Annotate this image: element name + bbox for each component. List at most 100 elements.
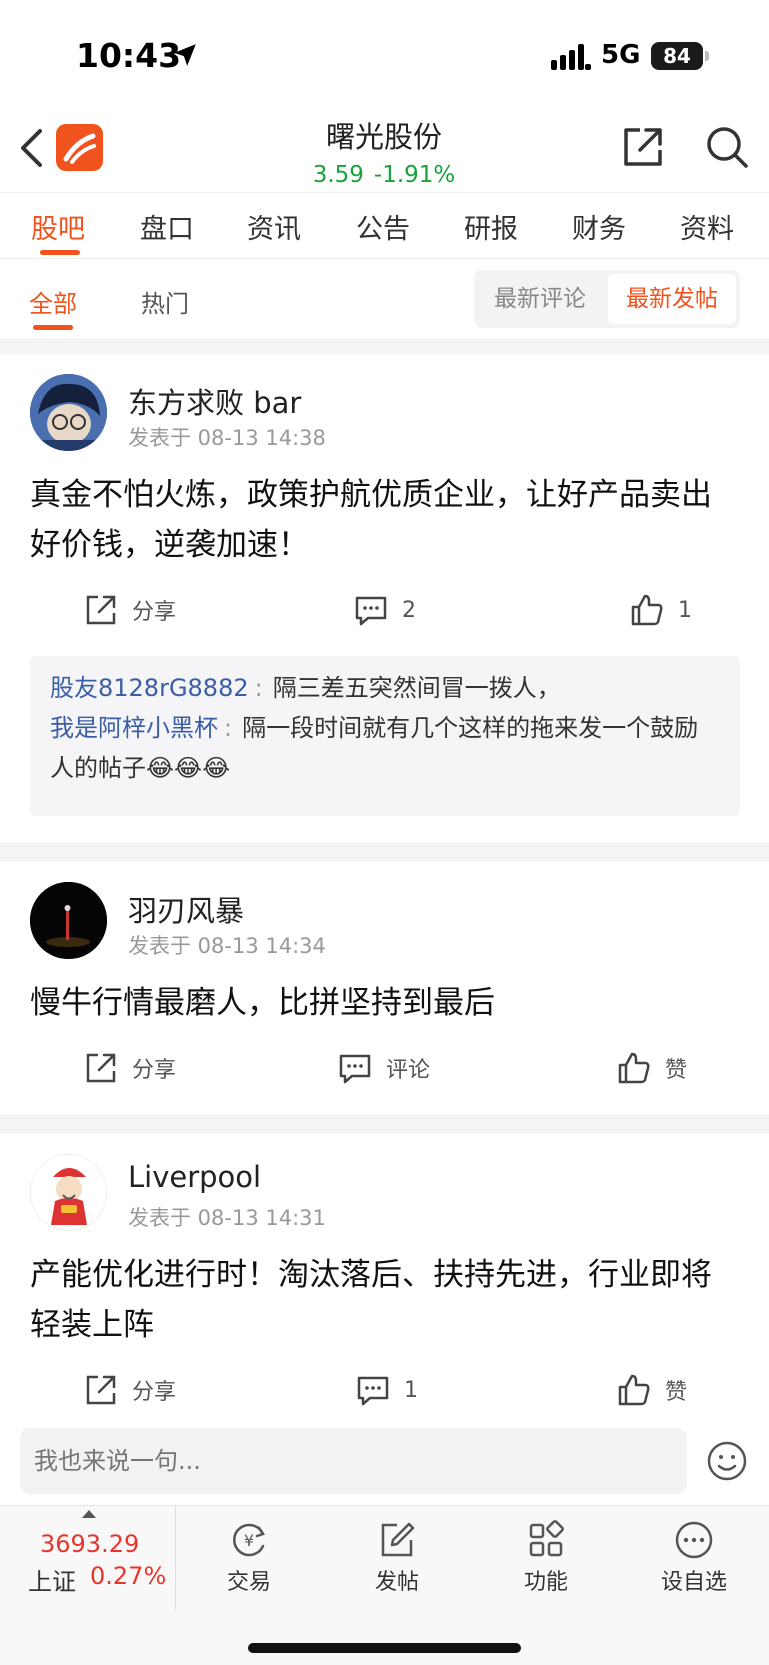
thumbs-up-icon: [618, 1374, 650, 1406]
subtab-all[interactable]: 全部: [29, 284, 77, 319]
nav-add-watchlist[interactable]: 设自选: [644, 1520, 744, 1596]
reply-author[interactable]: 我是阿梓小黑杯: [50, 714, 218, 742]
signal-icon: [551, 44, 591, 70]
active-tab-indicator: [40, 250, 80, 255]
battery-icon: 84: [651, 42, 703, 70]
comment-input[interactable]: [20, 1428, 687, 1494]
index-change[interactable]: 0.27%: [90, 1562, 166, 1590]
status-time: 10:43: [76, 36, 182, 75]
section-divider: [0, 338, 769, 354]
stock-name: 曙光股份: [325, 120, 442, 154]
post-item[interactable]: 东方求败 bar 发表于 08-13 14:38 真金不怕火炼，政策护航优质企业…: [0, 354, 769, 842]
reply-line: 股友8128rG8882: 隔三差五突然间冒一拨人，: [50, 668, 720, 708]
tab-profile[interactable]: 资料: [680, 207, 734, 246]
reply-line: 我是阿梓小黑杯: 隔一段时间就有几个这样的拖来发一个鼓励人的帖子😂😂😂: [50, 708, 720, 788]
caret-up-icon: [82, 1510, 96, 1518]
like-action[interactable]: 赞: [617, 1048, 687, 1088]
share-icon: [86, 1375, 116, 1405]
active-subtab-indicator: [33, 325, 73, 330]
tab-finance[interactable]: 财务: [572, 207, 626, 246]
stock-change: -1.91%: [373, 162, 456, 188]
app-logo[interactable]: [56, 124, 103, 171]
comment-action[interactable]: 1: [356, 1370, 418, 1410]
comment-count: 1: [404, 1377, 418, 1403]
comment-action[interactable]: 评论: [338, 1048, 430, 1088]
share-icon: [86, 1053, 116, 1083]
subtab-hot[interactable]: 热门: [141, 284, 189, 319]
edit-icon: [381, 1522, 415, 1557]
like-action[interactable]: 1: [630, 590, 692, 630]
search-icon[interactable]: [704, 124, 750, 170]
share-action[interactable]: 分享: [84, 590, 176, 630]
reply-separator: :: [254, 674, 263, 702]
reply-separator: :: [224, 714, 233, 742]
network-type: 5G: [601, 40, 641, 70]
avatar[interactable]: [30, 1154, 107, 1231]
avatar[interactable]: [30, 374, 107, 451]
svg-text:¥: ¥: [244, 1531, 254, 1550]
like-label: 赞: [665, 1380, 688, 1405]
stock-title: 曙光股份 3.59 -1.91%: [234, 110, 534, 188]
nav-post[interactable]: 发帖: [347, 1520, 447, 1596]
share-action[interactable]: 分享: [84, 1370, 176, 1410]
comment-count: 2: [402, 597, 416, 623]
comment-action[interactable]: 2: [354, 590, 416, 630]
status-bar: 10:43 5G 84: [0, 0, 769, 110]
share-icon: [86, 595, 116, 625]
post-content[interactable]: 产能优化进行时！淘汰落后、扶持先进，行业即将轻装上阵: [30, 1250, 740, 1350]
like-count: 1: [678, 597, 692, 623]
tab-pankou[interactable]: 盘口: [140, 207, 194, 246]
avatar[interactable]: [30, 882, 107, 959]
stock-quote: 3.59 -1.91%: [234, 162, 534, 188]
like-label: 赞: [665, 1058, 688, 1083]
section-divider: [0, 1114, 769, 1134]
reply-author[interactable]: 股友8128rG8882: [50, 674, 249, 702]
post-author[interactable]: 羽刃风暴: [128, 888, 244, 930]
sub-tabs: 全部 热门 最新评论 最新发帖: [0, 260, 769, 338]
post-item[interactable]: 羽刃风暴 发表于 08-13 14:34 慢牛行情最磨人，比拼坚持到最后 分享 …: [0, 862, 769, 1114]
share-label: 分享: [132, 600, 177, 625]
nav-label: 发帖: [374, 1570, 419, 1595]
index-name[interactable]: 上证: [28, 1562, 76, 1597]
sort-latest-post[interactable]: 最新发帖: [608, 274, 736, 324]
tab-news[interactable]: 资讯: [247, 207, 301, 246]
reply-text: 隔三差五突然间冒一拨人，: [272, 674, 561, 702]
reply-preview[interactable]: 股友8128rG8882: 隔三差五突然间冒一拨人， 我是阿梓小黑杯: 隔一段时间就…: [30, 656, 740, 816]
avatar-image-icon: [30, 882, 107, 959]
battery-cap: [705, 51, 709, 61]
post-time: 发表于 08-13 14:31: [128, 1206, 326, 1230]
nav-trade[interactable]: ¥ 交易: [199, 1520, 299, 1596]
index-value[interactable]: 3693.29: [40, 1530, 139, 1558]
stock-price: 3.59: [312, 162, 364, 188]
share-icon[interactable]: [620, 124, 666, 170]
tab-announcements[interactable]: 公告: [356, 207, 410, 246]
emoji-icon[interactable]: [706, 1440, 748, 1482]
nav-functions[interactable]: 功能: [496, 1520, 596, 1596]
comment-icon: [355, 596, 387, 626]
comment-bar: [0, 1418, 769, 1506]
like-action[interactable]: 赞: [617, 1370, 687, 1410]
nav-label: 交易: [226, 1570, 271, 1595]
avatar-image-icon: [30, 374, 107, 451]
thumbs-up-icon: [618, 1052, 650, 1084]
comment-icon: [357, 1376, 389, 1406]
post-author[interactable]: Liverpool: [128, 1160, 261, 1194]
post-author[interactable]: 东方求败 bar: [128, 380, 301, 422]
bottom-bar: 3693.29 上证 0.27% ¥ 交易 发帖 功能 设自选: [0, 1505, 769, 1665]
share-action[interactable]: 分享: [84, 1048, 176, 1088]
post-content[interactable]: 真金不怕火炼，政策护航优质企业，让好产品卖出好价钱，逆袭加速！: [30, 470, 740, 570]
home-indicator[interactable]: [248, 1643, 521, 1653]
more-icon: [675, 1521, 713, 1559]
tab-guba[interactable]: 股吧: [31, 207, 85, 246]
sort-latest-comment[interactable]: 最新评论: [474, 274, 606, 324]
post-time: 发表于 08-13 14:38: [128, 426, 326, 450]
comment-label: 评论: [386, 1058, 431, 1083]
yuan-cycle-icon: ¥: [233, 1523, 265, 1557]
post-content[interactable]: 慢牛行情最磨人，比拼坚持到最后: [30, 978, 740, 1028]
tab-research[interactable]: 研报: [464, 207, 518, 246]
logo-icon: [63, 133, 96, 164]
thumbs-up-icon: [631, 594, 663, 626]
nav-label: 设自选: [660, 1570, 727, 1595]
back-arrow-icon[interactable]: [18, 128, 44, 168]
post-item[interactable]: Liverpool 发表于 08-13 14:31 产能优化进行时！淘汰落后、扶…: [0, 1134, 769, 1418]
